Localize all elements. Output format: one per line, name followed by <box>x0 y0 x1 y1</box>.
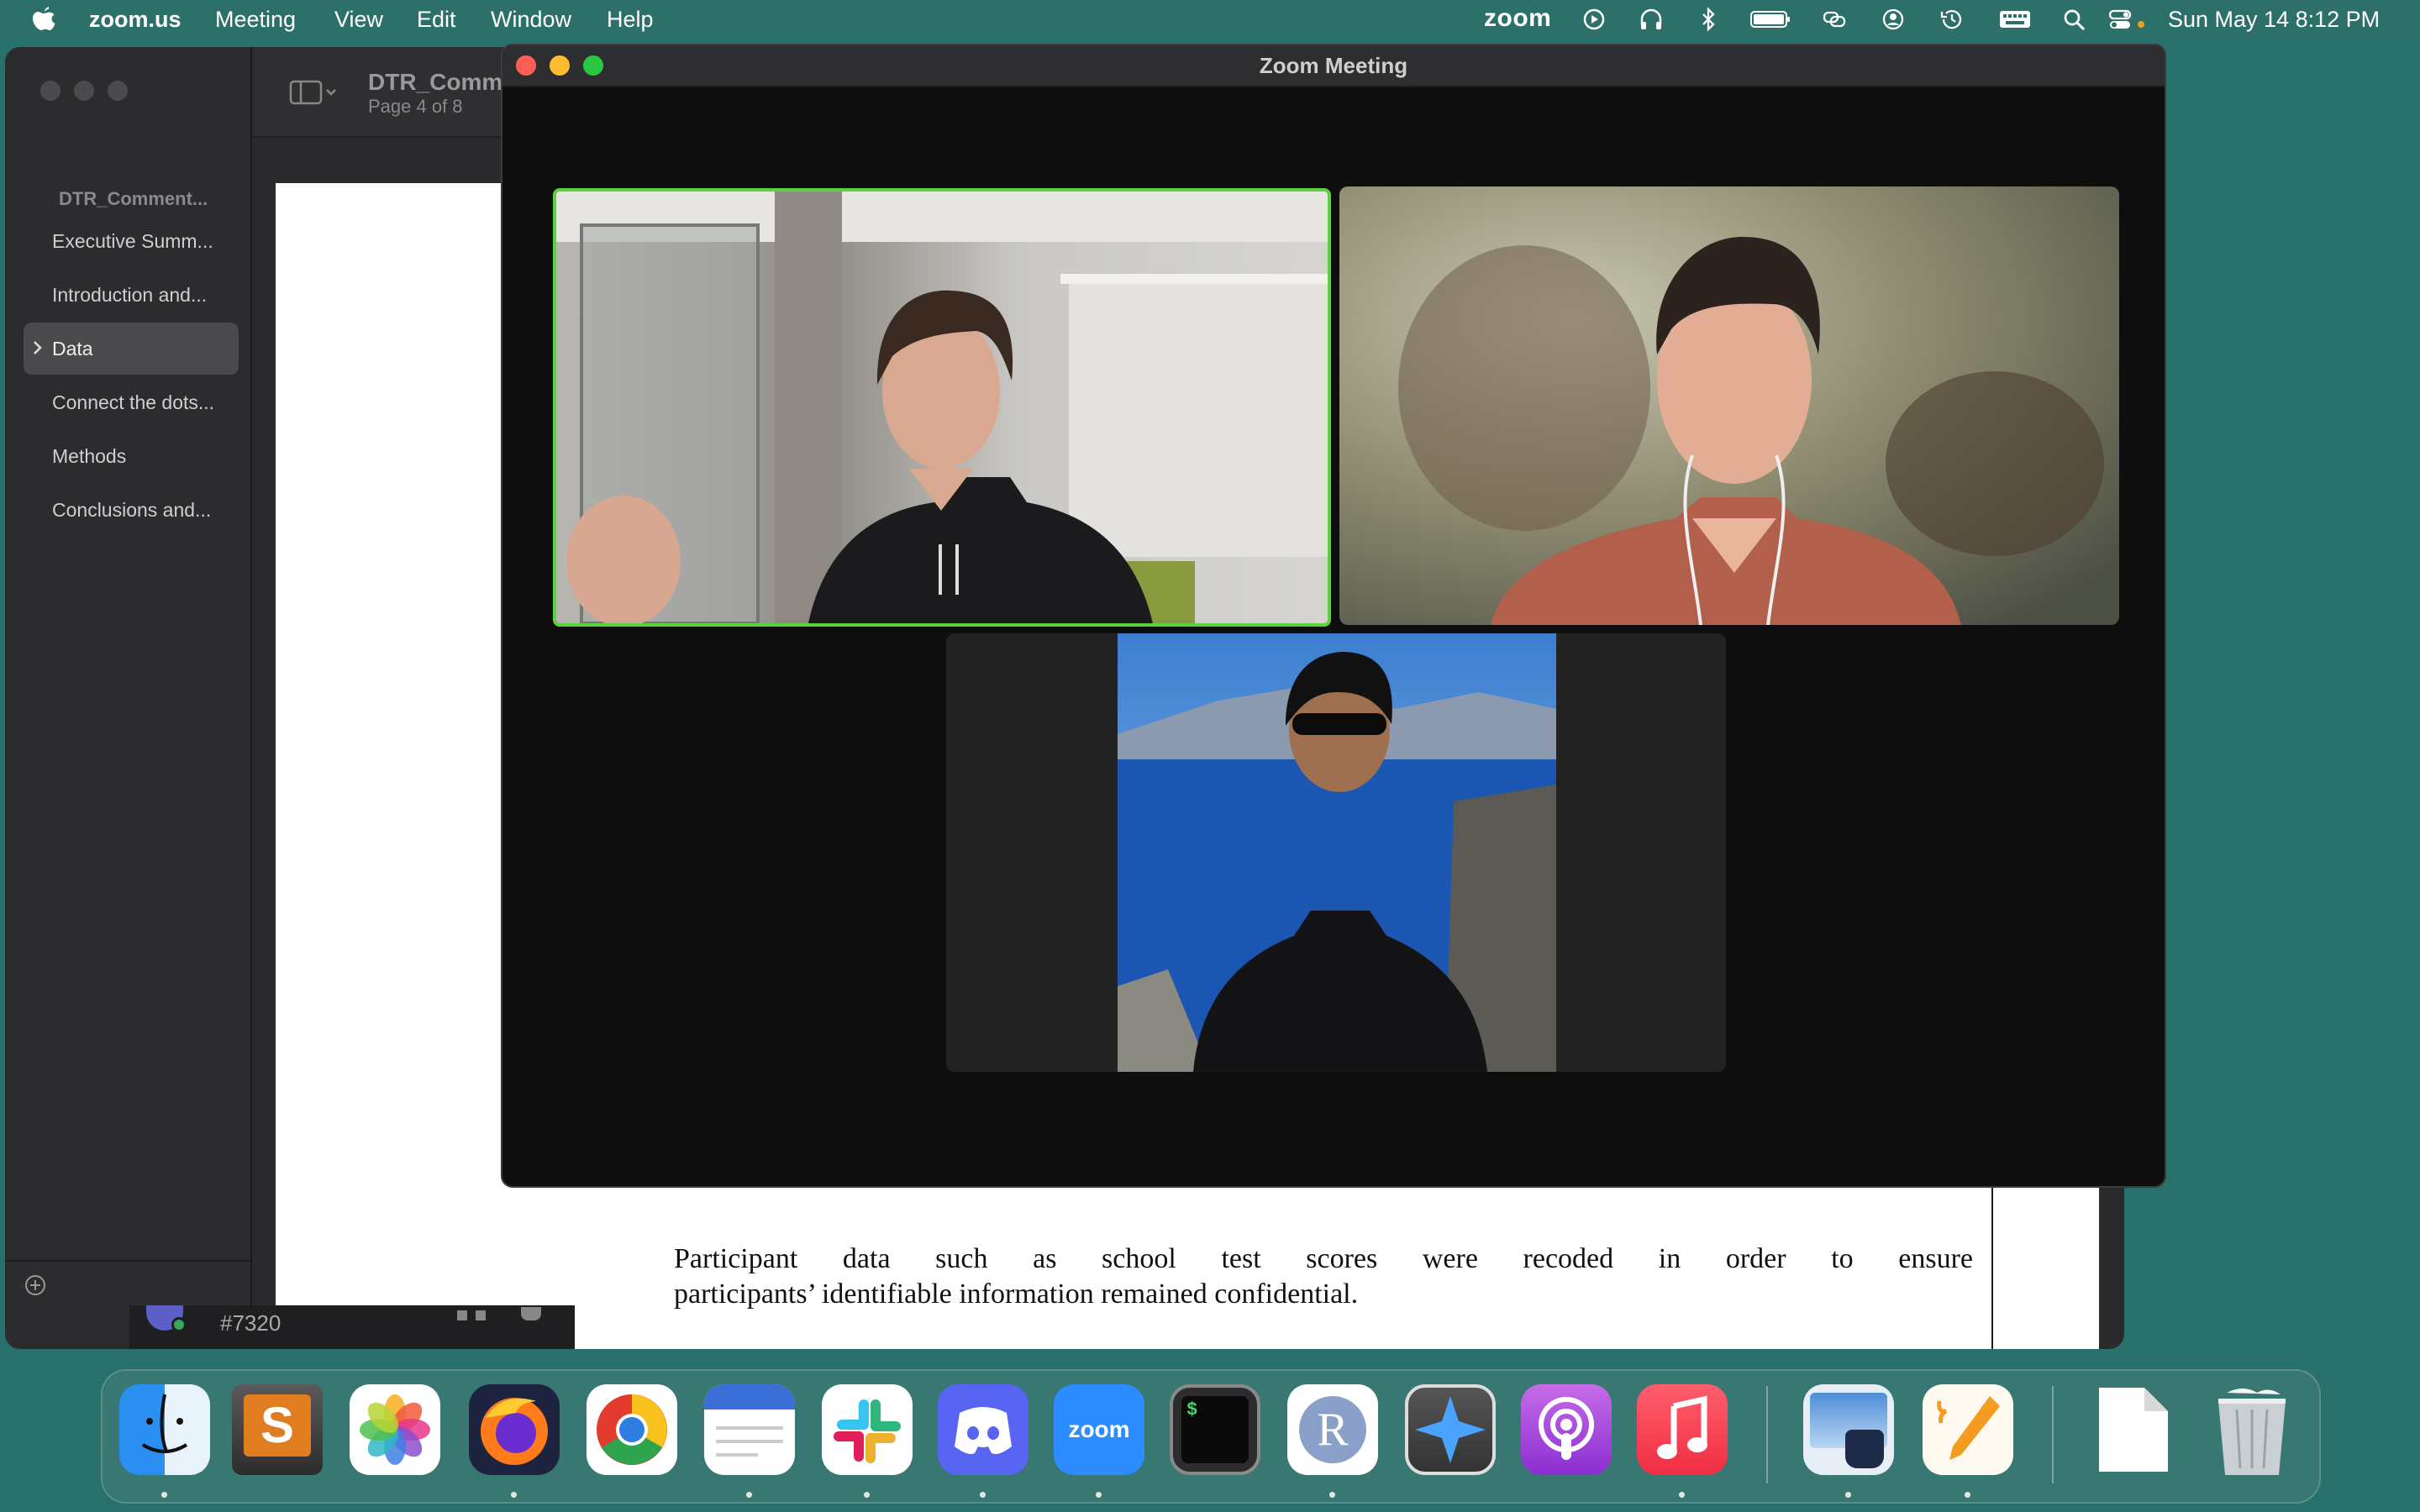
dock-pages-icon[interactable] <box>1923 1384 2013 1475</box>
zoom-title-bar: Zoom Meeting <box>502 45 2165 87</box>
zoom-meeting-window: Zoom Meeting <box>501 44 2166 1188</box>
add-icon[interactable] <box>24 1273 47 1297</box>
keyboard-icon[interactable] <box>1998 8 2032 31</box>
close-button[interactable] <box>40 81 60 101</box>
bottom-strip: #7320 <box>129 1305 575 1349</box>
dock-separator-1 <box>1766 1386 1768 1483</box>
dock-firefox-running-dot <box>511 1492 517 1498</box>
dock-sublime-text-icon[interactable]: S <box>232 1384 323 1475</box>
sidebar-item-introduction[interactable]: Introduction and... <box>52 284 207 307</box>
dock-slack-icon[interactable] <box>822 1384 913 1475</box>
dock-photos-icon[interactable] <box>350 1384 440 1475</box>
video-tile-participant-1[interactable] <box>553 188 1331 627</box>
dock-music-running-dot <box>1679 1492 1685 1498</box>
channel-tag: #7320 <box>220 1310 281 1336</box>
screen-mirroring-icon[interactable] <box>1822 8 1847 31</box>
control-center-icon[interactable] <box>2107 8 2148 31</box>
document-body-line-1: Participant data such as school test sco… <box>674 1243 1973 1274</box>
sidebar-item-executive-summary[interactable]: Executive Summ... <box>52 230 213 253</box>
dock-r-running-dot <box>1329 1492 1335 1498</box>
dock-discord-running-dot <box>980 1492 986 1498</box>
dock-zoom-icon[interactable]: zoom <box>1054 1384 1144 1475</box>
menu-edit[interactable]: Edit <box>417 7 456 33</box>
dock-terminal-icon[interactable]: $ <box>1170 1384 1260 1475</box>
user-icon[interactable] <box>1881 8 1906 31</box>
dock-pages-running-dot <box>1965 1492 1970 1498</box>
participant-2-video <box>1339 186 2119 625</box>
menu-view[interactable]: View <box>334 7 383 33</box>
apple-icon[interactable] <box>30 5 57 34</box>
video-tile-participant-2[interactable] <box>1339 186 2119 625</box>
mute-icon[interactable] <box>457 1310 467 1320</box>
dock-firefox-icon[interactable] <box>469 1384 560 1475</box>
terminal-prompt-label: $ <box>1186 1399 1198 1420</box>
dock-zoom-label: zoom <box>1068 1416 1130 1442</box>
deafen-icon[interactable] <box>476 1310 486 1320</box>
menu-window[interactable]: Window <box>491 7 571 33</box>
video-tile-participant-3[interactable] <box>946 633 1726 1072</box>
menubar-clock[interactable]: Sun May 14 8:12 PM <box>2168 7 2380 33</box>
dock-spark-icon[interactable] <box>1405 1384 1496 1475</box>
dock-chrome-icon[interactable] <box>587 1384 677 1475</box>
settings-icon[interactable] <box>521 1307 541 1320</box>
dock-r-icon[interactable]: R <box>1287 1384 1378 1475</box>
preview-sidebar: DTR_Comment... Executive Summ... Introdu… <box>5 47 252 1349</box>
page-info: Page 4 of 8 <box>368 96 463 117</box>
sidebar-item-connect-the-dots[interactable]: Connect the dots... <box>52 391 214 414</box>
minimize-button[interactable] <box>74 81 94 101</box>
sidebar-heading[interactable]: DTR_Comment... <box>59 188 208 210</box>
dock-music-icon[interactable] <box>1637 1384 1728 1475</box>
app-name-menu[interactable]: zoom.us <box>89 7 182 33</box>
menu-bar: zoom.us Meeting View Edit Window Help zo… <box>0 0 2420 39</box>
zoom-logo[interactable]: zoom <box>1484 4 1551 33</box>
dock-slack-running-dot <box>864 1492 870 1498</box>
menu-meeting[interactable]: Meeting <box>215 7 296 33</box>
dock-notes-running-dot <box>746 1492 752 1498</box>
time-machine-icon[interactable] <box>1939 8 1965 31</box>
sidebar-divider <box>5 1260 250 1262</box>
dock-notes-icon[interactable] <box>704 1384 795 1475</box>
online-status-dot <box>171 1317 187 1332</box>
participant-3-video <box>1118 633 1556 1072</box>
battery-icon[interactable] <box>1749 8 1791 31</box>
chevron-right-icon[interactable] <box>32 339 44 356</box>
sidebar-item-data[interactable]: Data <box>52 338 93 360</box>
sidebar-item-methods[interactable]: Methods <box>52 445 126 468</box>
dock-finder-icon[interactable] <box>119 1384 210 1475</box>
dock-trash-icon[interactable] <box>2210 1384 2294 1475</box>
bluetooth-icon[interactable] <box>1696 8 1721 31</box>
dock-separator-2 <box>2052 1386 2054 1483</box>
dock-podcasts-icon[interactable] <box>1521 1384 1612 1475</box>
dock-zoom-running-dot <box>1096 1492 1102 1498</box>
document-title: DTR_Comme <box>368 69 516 95</box>
participant-1-video <box>556 192 1328 623</box>
zoom-window-title: Zoom Meeting <box>1259 53 1408 78</box>
dock-discord-icon[interactable] <box>938 1384 1028 1475</box>
dock-finder-running-dot <box>161 1492 167 1498</box>
dock-document-icon[interactable] <box>2094 1384 2173 1475</box>
dock-preview-running-dot <box>1845 1492 1851 1498</box>
r-label: R <box>1299 1396 1366 1463</box>
dock-preview-icon[interactable] <box>1803 1384 1894 1475</box>
search-icon[interactable] <box>2062 8 2087 31</box>
sidebar-item-conclusions[interactable]: Conclusions and... <box>52 499 211 522</box>
play-icon[interactable] <box>1581 8 1607 31</box>
sidebar-toggle-icon[interactable] <box>289 79 338 106</box>
headphones-icon[interactable] <box>1639 8 1664 31</box>
maximize-button[interactable] <box>108 81 128 101</box>
document-body-line-2: participants’ identifiable information r… <box>674 1278 1359 1310</box>
menu-help[interactable]: Help <box>607 7 654 33</box>
